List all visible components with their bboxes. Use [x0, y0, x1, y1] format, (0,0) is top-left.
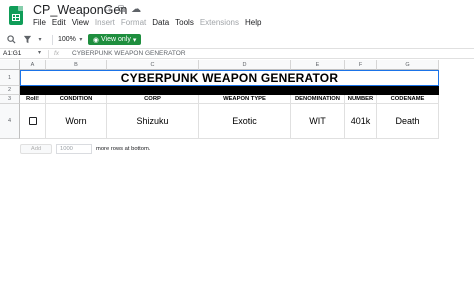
search-icon[interactable]	[5, 34, 17, 46]
title-bar: CP_WeaponGen ☆ ⧉ ☁ File Edit View Insert…	[0, 0, 474, 31]
view-only-button[interactable]: ◉ View only ▾	[87, 34, 142, 45]
toolbar: ▾ 100% ▾ ◉ View only ▾	[0, 32, 474, 47]
menu-tools[interactable]: Tools	[175, 18, 194, 27]
zoom-dropdown-icon[interactable]: ▾	[78, 34, 84, 46]
menu-view[interactable]: View	[72, 18, 89, 27]
condition-value[interactable]: Worn	[46, 104, 107, 139]
menu-extensions: Extensions	[199, 18, 239, 27]
add-rows-control: Add 1000 more rows at bottom.	[20, 144, 150, 154]
toolbar-divider	[52, 34, 53, 45]
column-header-d[interactable]: D	[199, 60, 291, 70]
row-header-1[interactable]: 1	[0, 70, 20, 86]
menu-help[interactable]: Help	[245, 18, 261, 27]
column-header-a[interactable]: A	[20, 60, 46, 70]
number-value[interactable]: 401k	[345, 104, 377, 139]
eye-icon: ◉	[92, 36, 100, 44]
menu-bar: File Edit View Insert Format Data Tools …	[33, 18, 261, 27]
denomination-value[interactable]: WIT	[291, 104, 345, 139]
header-denomination[interactable]: DENOMINATION	[291, 95, 345, 104]
name-box[interactable]: A1:G1	[3, 50, 21, 57]
title-banner-cell[interactable]: CYBERPUNK WEAPON GENERATOR	[20, 70, 439, 86]
add-rows-label: more rows at bottom.	[96, 146, 151, 152]
column-header-c[interactable]: C	[107, 60, 199, 70]
column-header-e[interactable]: E	[291, 60, 345, 70]
filter-dropdown-icon[interactable]: ▾	[37, 34, 43, 46]
filter-icon[interactable]	[21, 34, 33, 46]
weapon-type-value[interactable]: Exotic	[199, 104, 291, 139]
header-weapon-type[interactable]: WEAPON TYPE	[199, 95, 291, 104]
menu-insert: Insert	[94, 18, 115, 27]
header-roll[interactable]: Roll!	[20, 95, 46, 104]
rows-count-input[interactable]: 1000	[56, 144, 92, 154]
column-header-b[interactable]: B	[46, 60, 107, 70]
formula-input[interactable]: CYBERPUNK WEAPON GENERATOR	[72, 50, 186, 57]
codename-value[interactable]: Death	[377, 104, 439, 139]
star-icon[interactable]: ☆	[103, 4, 112, 15]
fx-icon: fx	[54, 50, 60, 57]
title-icons: ☆ ⧉ ☁	[103, 4, 141, 15]
view-only-label: View only	[101, 36, 131, 43]
sheet-grid[interactable]: A B C D E F G 1 2 3 4 CYBERPUNK WEAPON G…	[0, 60, 474, 286]
cloud-status-icon[interactable]: ☁	[131, 4, 141, 15]
formula-divider	[48, 50, 49, 58]
chevron-down-icon: ▾	[132, 36, 137, 44]
black-divider-row[interactable]	[20, 86, 439, 95]
header-number[interactable]: NUMBER	[345, 95, 377, 104]
header-corp[interactable]: CORP	[107, 95, 199, 104]
zoom-select[interactable]: 100%	[58, 36, 76, 43]
menu-file[interactable]: File	[33, 18, 46, 27]
menu-data[interactable]: Data	[152, 18, 169, 27]
menu-edit[interactable]: Edit	[52, 18, 66, 27]
column-header-f[interactable]: F	[345, 60, 377, 70]
roll-checkbox[interactable]	[28, 117, 37, 125]
name-box-dropdown-icon[interactable]: ▾	[38, 49, 41, 56]
header-condition[interactable]: CONDITION	[46, 95, 107, 104]
corp-value[interactable]: Shizuku	[107, 104, 199, 139]
row-header-3[interactable]: 3	[0, 95, 20, 104]
column-header-g[interactable]: G	[377, 60, 439, 70]
add-rows-button[interactable]: Add	[20, 144, 52, 154]
roll-cell[interactable]	[20, 104, 46, 139]
move-folder-icon[interactable]: ⧉	[118, 4, 125, 15]
select-all-corner[interactable]	[0, 60, 20, 70]
row-header-4[interactable]: 4	[0, 104, 20, 139]
row-header-2[interactable]: 2	[0, 86, 20, 95]
menu-format: Format	[120, 18, 147, 27]
sheets-logo-icon[interactable]	[9, 6, 23, 25]
header-codename[interactable]: CODENAME	[377, 95, 439, 104]
formula-bar: A1:G1 ▾ fx CYBERPUNK WEAPON GENERATOR	[0, 48, 474, 59]
